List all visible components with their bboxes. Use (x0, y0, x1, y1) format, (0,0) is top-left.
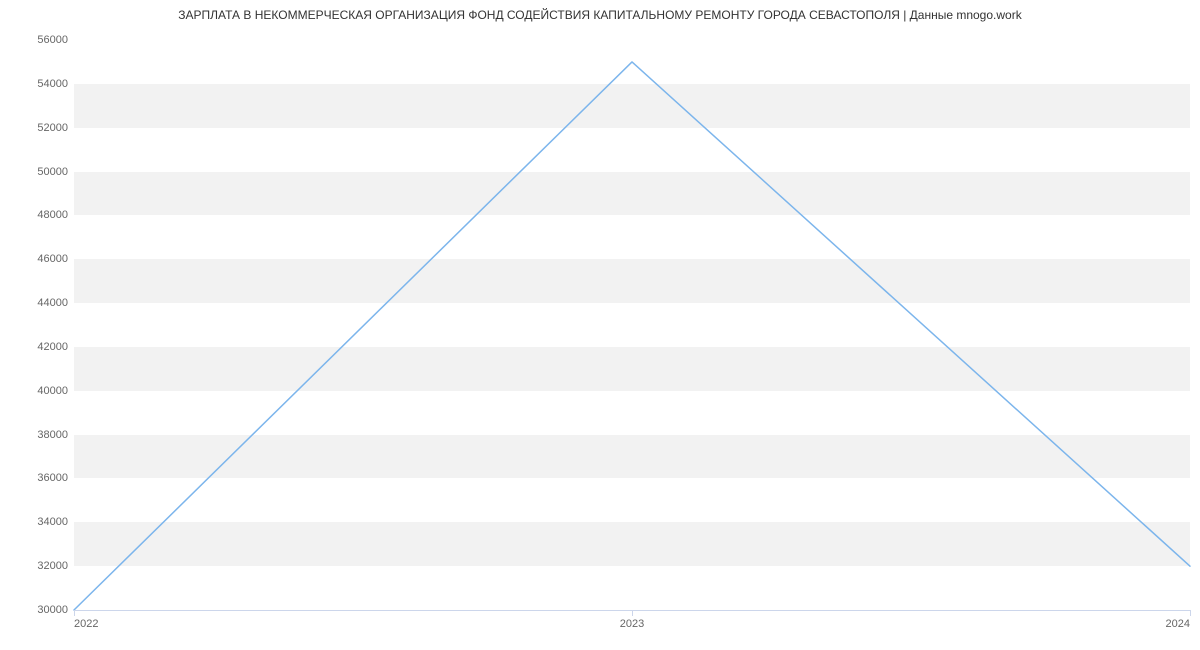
y-tick-label: 32000 (37, 560, 74, 572)
y-tick-label: 42000 (37, 341, 74, 353)
x-tick-label: 2024 (1166, 610, 1190, 630)
y-tick-label: 30000 (37, 604, 74, 616)
y-tick-label: 48000 (37, 209, 74, 221)
y-tick-label: 54000 (37, 78, 74, 90)
y-tick-label: 38000 (37, 429, 74, 441)
y-tick-label: 40000 (37, 385, 74, 397)
y-tick-label: 36000 (37, 472, 74, 484)
plot-area: 3000032000340003600038000400004200044000… (74, 40, 1190, 610)
x-tick-label: 2023 (620, 610, 644, 630)
y-tick-label: 52000 (37, 122, 74, 134)
line-layer (74, 40, 1190, 610)
y-tick-label: 46000 (37, 253, 74, 265)
y-tick-label: 44000 (37, 297, 74, 309)
series-line (74, 62, 1190, 610)
x-tick-label: 2022 (74, 610, 98, 630)
y-tick-label: 34000 (37, 516, 74, 528)
y-tick-label: 50000 (37, 166, 74, 178)
chart-container: ЗАРПЛАТА В НЕКОММЕРЧЕСКАЯ ОРГАНИЗАЦИЯ ФО… (0, 0, 1200, 650)
y-tick-label: 56000 (37, 34, 74, 46)
chart-title: ЗАРПЛАТА В НЕКОММЕРЧЕСКАЯ ОРГАНИЗАЦИЯ ФО… (0, 8, 1200, 22)
